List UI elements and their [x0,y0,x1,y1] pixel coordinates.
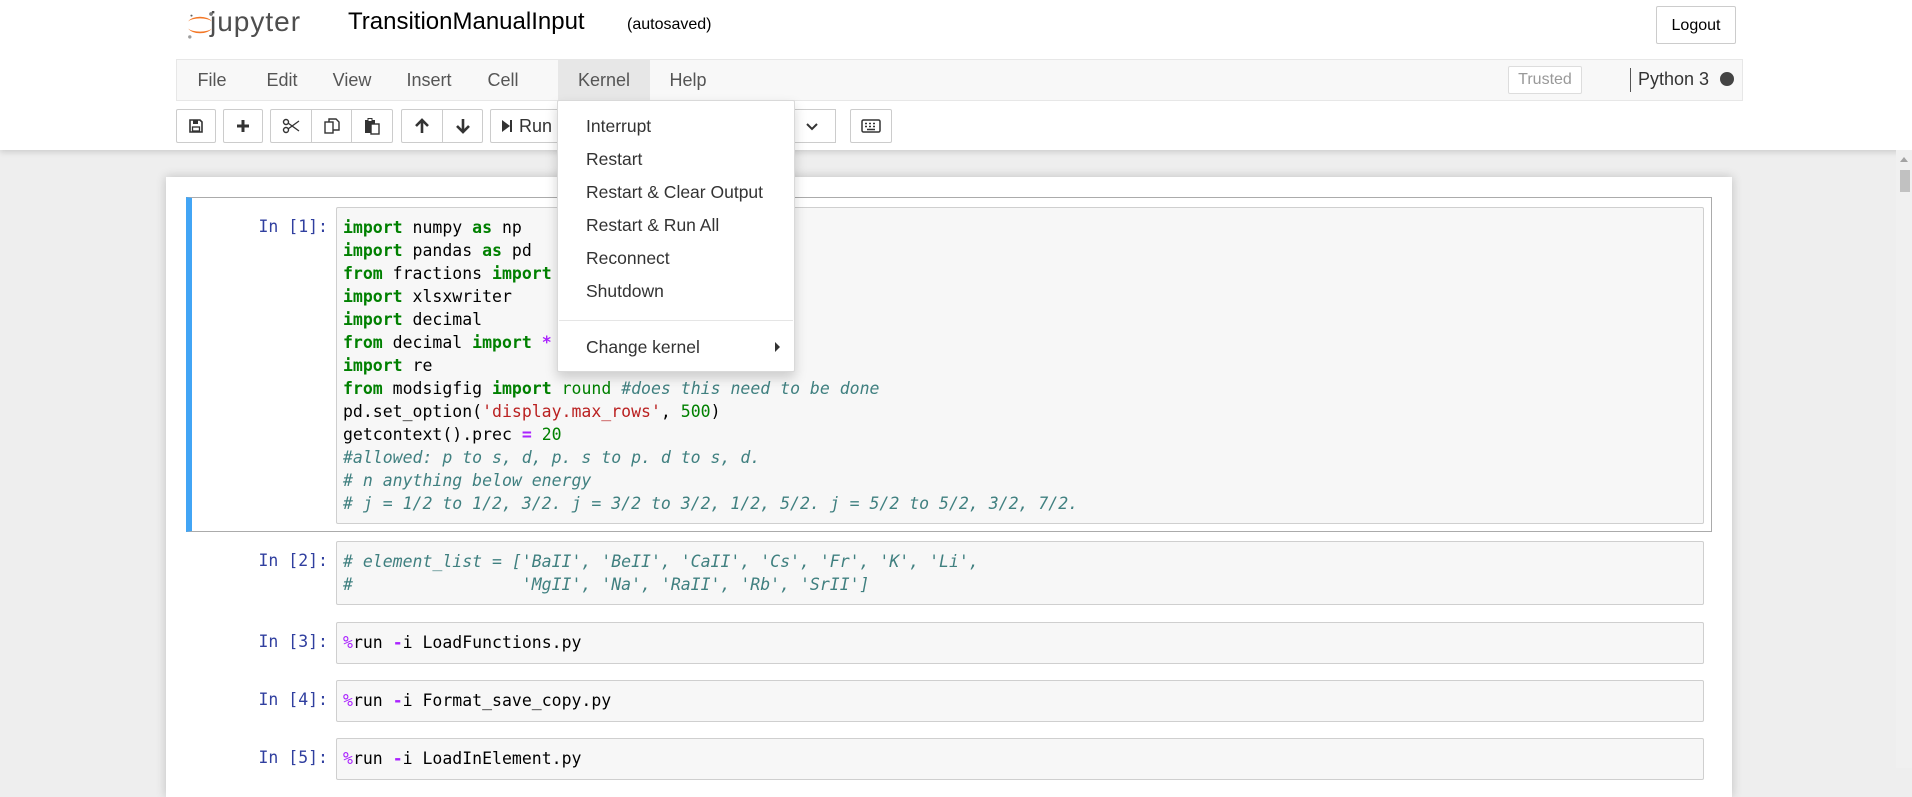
chevron-down-icon [806,123,818,131]
code-line: # 'MgII', 'Na', 'RaII', 'Rb', 'SrII'] [343,575,870,594]
menu-divider [559,320,793,321]
code-line: import re [343,356,433,375]
cut-icon [282,118,300,134]
insert-cell-button[interactable] [223,109,263,143]
scrollbar[interactable] [1896,150,1912,768]
menu-item-reconnect[interactable]: Reconnect [586,248,670,269]
trusted-indicator[interactable]: Trusted [1508,66,1582,94]
menu-view[interactable]: View [317,60,387,100]
code-line: import decimal [343,310,483,329]
menu-item-change-kernel[interactable]: Change kernel [586,337,700,358]
menu-item-restart-clear-output[interactable]: Restart & Clear Output [586,182,763,203]
save-icon [189,119,203,133]
move-up-button[interactable] [401,109,443,143]
scrollbar-thumb[interactable] [1900,170,1910,192]
code-line: from fractions import [343,264,552,283]
code-line: import xlsxwriter [343,287,512,306]
code-line: import numpy as np [343,218,522,237]
menu-item-restart[interactable]: Restart [586,149,642,170]
arrow-up-icon [415,118,429,133]
kernel-name[interactable]: Python 3 [1638,69,1709,90]
submenu-caret-icon [775,342,780,352]
run-button[interactable]: Run [490,109,560,143]
cut-button[interactable] [270,109,312,143]
arrow-down-icon [455,119,470,134]
kernel-dropdown-menu: Interrupt Restart Restart & Clear Output… [557,100,795,372]
menu-insert[interactable]: Insert [387,60,471,100]
menu-edit[interactable]: Edit [247,60,317,100]
autosave-status: (autosaved) [627,16,712,33]
menu-item-interrupt[interactable]: Interrupt [586,116,651,137]
notebook-title[interactable]: TransitionManualInput [348,8,585,36]
run-icon [502,120,512,132]
code-line: %run -i LoadFunctions.py [343,633,582,652]
code-line: getcontext().prec = 20 [343,425,562,444]
logout-button[interactable]: Logout [1656,6,1736,44]
cell-prompt: In [2]: [258,551,328,570]
code-line: %run -i LoadInElement.py [343,749,582,768]
copy-icon [323,118,340,134]
code-line: from decimal import * [343,333,552,352]
menu-cell[interactable]: Cell [471,60,535,100]
menu-item-restart-run-all[interactable]: Restart & Run All [586,215,719,236]
header: jupyter TransitionManualInput (autosaved… [0,0,1912,150]
code-line: %run -i Format_save_copy.py [343,691,612,710]
code-line: import pandas as pd [343,241,532,260]
command-palette-button[interactable] [850,109,892,143]
jupyter-logo-text[interactable]: jupyter [210,6,301,38]
code-line: # j = 1/2 to 1/2, 3/2. j = 3/2 to 3/2, 1… [343,494,1079,513]
cell-prompt: In [3]: [258,632,328,651]
save-button[interactable] [176,109,216,143]
kernel-status-icon [1720,72,1734,86]
paste-button[interactable] [351,109,393,143]
cell-prompt: In [1]: [258,217,328,236]
code-line: # n anything below energy [343,471,592,490]
copy-button[interactable] [311,109,352,143]
code-line: # element_list = ['BaII', 'BeII', 'CaII'… [343,552,979,571]
scroll-up-arrow-icon[interactable] [1900,157,1908,162]
menu-file[interactable]: File [177,60,247,100]
divider [1630,68,1631,92]
code-line: from modsigfig import round #does this n… [343,379,880,398]
plus-icon [237,120,249,132]
menu-item-shutdown[interactable]: Shutdown [586,281,664,302]
paste-icon [365,118,380,135]
code-line: pd.set_option('display.max_rows', 500) [343,402,721,421]
menu-kernel[interactable]: Kernel [558,60,650,100]
menu-help[interactable]: Help [650,60,726,100]
move-down-button[interactable] [442,109,483,143]
keyboard-icon [861,119,881,133]
code-line: #allowed: p to s, d, p. s to p. d to s, … [343,448,761,467]
cell-prompt: In [5]: [258,748,328,767]
run-label: Run [519,115,553,136]
cell-prompt: In [4]: [258,690,328,709]
